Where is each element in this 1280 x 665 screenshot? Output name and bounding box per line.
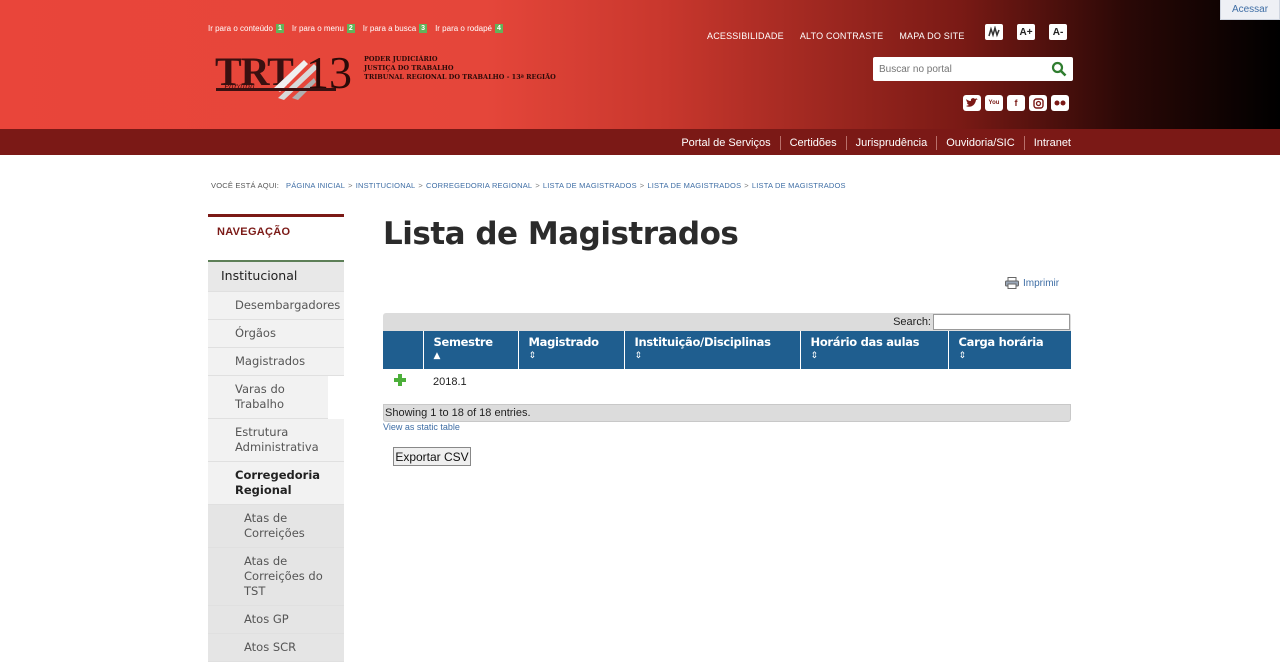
font-decrease-button[interactable]: A- <box>1049 24 1067 40</box>
sidebar-item-institucional[interactable]: Institucional <box>208 262 344 292</box>
sidebar-item-orgaos[interactable]: Órgãos <box>208 320 344 348</box>
search-icon[interactable] <box>1051 61 1067 77</box>
column-semestre[interactable]: Semestre ▲ <box>422 331 518 369</box>
expand-column-header <box>383 331 423 369</box>
twitter-icon[interactable] <box>963 95 981 111</box>
nav-intranet[interactable]: Intranet <box>1023 136 1071 150</box>
sidebar-item-desembargadores[interactable]: Desembargadores <box>208 292 344 320</box>
trt13-logo[interactable]: TRT 13 Paraíba <box>210 46 358 102</box>
column-horario[interactable]: Horário das aulas ⇕ <box>799 331 948 369</box>
facebook-icon[interactable]: f <box>1007 95 1025 111</box>
magistrates-table: Search: Semestre ▲ Magistrado ⇕ Instituiçã… <box>383 313 1071 422</box>
flickr-icon[interactable] <box>1051 95 1069 111</box>
accessibility-tools: A+ A- <box>985 24 1067 40</box>
nav-jurisprudence[interactable]: Jurisprudência <box>845 136 937 150</box>
column-carga[interactable]: Carga horária ⇕ <box>947 331 1071 369</box>
skip-link-menu[interactable]: Ir para o menu 2 <box>292 24 355 33</box>
skip-links: Ir para o conteúdo 1 Ir para o menu 2 Ir p… <box>208 24 503 33</box>
top-links: ACESSIBILIDADE ALTO CONTRASTE MAPA DO SI… <box>707 31 965 41</box>
breadcrumb-home[interactable]: PÁGINA INICIAL <box>286 181 345 190</box>
breadcrumb: VOCÊ ESTÁ AQUI: PÁGINA INICIAL > INSTITUC… <box>211 181 846 190</box>
sort-both-icon: ⇕ <box>810 351 819 361</box>
sidebar-title: NAVEGAÇÃO <box>208 214 344 262</box>
font-increase-button[interactable]: A+ <box>1017 24 1035 40</box>
search-input[interactable] <box>879 60 1039 78</box>
sidebar: NAVEGAÇÃO Institucional Desembargadores … <box>208 214 344 662</box>
column-instituicao[interactable]: Instituição/Disciplinas ⇕ <box>623 331 800 369</box>
sidebar-item-corregedoria[interactable]: Corregedoria Regional <box>208 462 344 505</box>
sidebar-subitem-atos-scr[interactable]: Atos SCR <box>208 634 344 662</box>
skip-link-content[interactable]: Ir para o conteúdo 1 <box>208 24 284 33</box>
breadcrumb-lista-2[interactable]: LISTA DE MAGISTRADOS <box>647 181 741 190</box>
sidebar-item-varas[interactable]: Varas do Trabalho <box>208 376 328 419</box>
institution-name: PODER JUDICIÁRIO JUSTIÇA DO TRABALHO TRI… <box>364 55 556 81</box>
portal-search <box>873 57 1073 81</box>
sidebar-subitem-atos-gp[interactable]: Atos GP <box>208 606 344 634</box>
breadcrumb-lista-3[interactable]: LISTA DE MAGISTRADOS <box>752 181 846 190</box>
sidebar-item-estrutura[interactable]: Estrutura Administrativa <box>208 419 344 462</box>
cell-semestre: 2018.1 <box>433 375 467 388</box>
sidebar-item-magistrados[interactable]: Magistrados <box>208 348 344 376</box>
instagram-icon[interactable] <box>1029 95 1047 111</box>
sidebar-subitem-atas[interactable]: Atas de Correições <box>208 505 344 548</box>
high-contrast-link[interactable]: ALTO CONTRASTE <box>800 31 883 41</box>
youtube-icon[interactable]: You <box>985 95 1003 111</box>
table-info: Showing 1 to 18 of 18 entries. <box>383 404 1071 422</box>
print-link[interactable]: Imprimir <box>1005 277 1059 289</box>
column-magistrado[interactable]: Magistrado ⇕ <box>517 331 624 369</box>
page-title: Lista de Magistrados <box>383 216 739 252</box>
export-csv-button[interactable]: Exportar CSV <box>393 447 471 466</box>
main-nav: Portal de Serviços Certidões Jurisprudên… <box>0 129 1280 155</box>
skip-link-footer[interactable]: Ir para o rodapé 4 <box>435 24 503 33</box>
table-search-bar: Search: <box>383 313 1071 331</box>
nav-services[interactable]: Portal de Serviços <box>672 136 779 150</box>
printer-icon <box>1005 277 1019 289</box>
sort-both-icon: ⇕ <box>528 351 537 361</box>
sidebar-subitem-atas-tst[interactable]: Atas de Correições do TST <box>208 548 344 606</box>
sitemap-link[interactable]: MAPA DO SITE <box>899 31 964 41</box>
social-links: You f <box>963 95 1069 111</box>
sort-both-icon: ⇕ <box>634 351 643 361</box>
expand-row-button[interactable] <box>383 369 423 394</box>
skip-link-search[interactable]: Ir para a busca 3 <box>363 24 428 33</box>
site-header: Ir para o conteúdo 1 Ir para o menu 2 Ir p… <box>0 0 1280 129</box>
sort-both-icon: ⇕ <box>958 351 967 361</box>
static-table-link[interactable]: View as static table <box>383 422 460 432</box>
login-button[interactable]: Acessar <box>1220 0 1280 20</box>
breadcrumb-institucional[interactable]: INSTITUCIONAL <box>356 181 416 190</box>
sort-asc-icon: ▲ <box>433 351 441 361</box>
breadcrumb-lista-1[interactable]: LISTA DE MAGISTRADOS <box>543 181 637 190</box>
hands-icon[interactable] <box>985 24 1003 40</box>
accessibility-link[interactable]: ACESSIBILIDADE <box>707 31 784 41</box>
breadcrumb-corregedoria[interactable]: CORREGEDORIA REGIONAL <box>426 181 532 190</box>
table-search-input[interactable] <box>933 314 1070 330</box>
nav-certificates[interactable]: Certidões <box>779 136 846 150</box>
plus-icon <box>394 374 406 386</box>
table-row: 2018.1 <box>383 369 1071 394</box>
nav-ombudsman[interactable]: Ouvidoria/SIC <box>936 136 1023 150</box>
